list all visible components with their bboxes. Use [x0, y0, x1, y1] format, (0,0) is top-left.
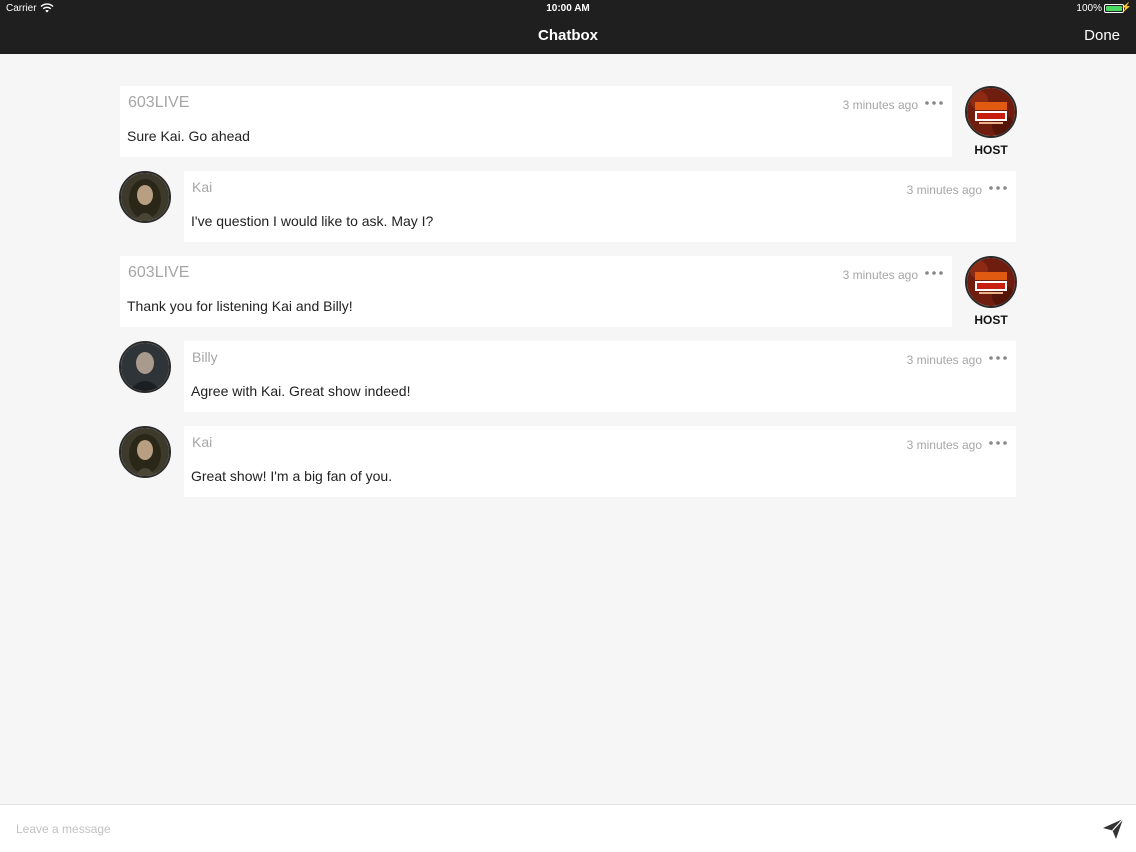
- host-badge: HOST: [974, 143, 1008, 157]
- host-badge: HOST: [974, 313, 1008, 327]
- message-bubble: Billy 3 minutes ago Agree with Kai. Grea…: [184, 341, 1016, 412]
- user-photo: [121, 428, 169, 476]
- page-title: Chatbox: [538, 27, 598, 44]
- message-author: Billy: [192, 349, 218, 365]
- message-input[interactable]: [16, 819, 1076, 839]
- more-options-icon[interactable]: [924, 264, 944, 280]
- host-logo: [967, 88, 1015, 136]
- status-bar: Carrier 10:00 AM 100% ⚡: [0, 0, 1136, 17]
- message-time: 3 minutes ago: [906, 438, 982, 452]
- more-options-icon[interactable]: [924, 94, 944, 110]
- more-options-icon[interactable]: [988, 349, 1008, 365]
- user-avatar[interactable]: [119, 171, 171, 223]
- message-bubble: Kai 3 minutes ago I've question I would …: [184, 171, 1016, 242]
- clock: 10:00 AM: [546, 3, 590, 14]
- send-icon[interactable]: [1102, 818, 1124, 840]
- message-text: I've question I would like to ask. May I…: [191, 213, 434, 229]
- host-avatar[interactable]: [965, 86, 1017, 138]
- message-bubble: 603LIVE 3 minutes ago Sure Kai. Go ahead: [120, 86, 952, 157]
- message-bubble: 603LIVE 3 minutes ago Thank you for list…: [120, 256, 952, 327]
- user-photo: [121, 173, 169, 221]
- done-button[interactable]: Done: [1084, 27, 1120, 44]
- host-logo: [967, 258, 1015, 306]
- message-author: 603LIVE: [128, 94, 190, 111]
- message-author: 603LIVE: [128, 264, 190, 281]
- more-options-icon[interactable]: [988, 434, 1008, 450]
- message-text: Great show! I'm a big fan of you.: [191, 468, 393, 484]
- message-author: Kai: [192, 179, 213, 195]
- message-time: 3 minutes ago: [842, 268, 918, 282]
- user-photo: [121, 343, 169, 391]
- user-avatar[interactable]: [119, 426, 171, 478]
- message-text: Thank you for listening Kai and Billy!: [127, 298, 353, 314]
- message-text: Sure Kai. Go ahead: [127, 128, 250, 144]
- more-options-icon[interactable]: [988, 179, 1008, 195]
- message-time: 3 minutes ago: [906, 183, 982, 197]
- charging-icon: ⚡: [1120, 2, 1132, 12]
- message-text: Agree with Kai. Great show indeed!: [191, 383, 411, 399]
- message-time: 3 minutes ago: [906, 353, 982, 367]
- user-avatar[interactable]: [119, 341, 171, 393]
- nav-bar: Chatbox Done: [0, 17, 1136, 54]
- message-time: 3 minutes ago: [842, 98, 918, 112]
- host-avatar[interactable]: [965, 256, 1017, 308]
- message-bubble: Kai 3 minutes ago Great show! I'm a big …: [184, 426, 1016, 497]
- battery-percent: 100%: [1076, 3, 1102, 14]
- message-composer: [0, 804, 1136, 852]
- message-author: Kai: [192, 434, 213, 450]
